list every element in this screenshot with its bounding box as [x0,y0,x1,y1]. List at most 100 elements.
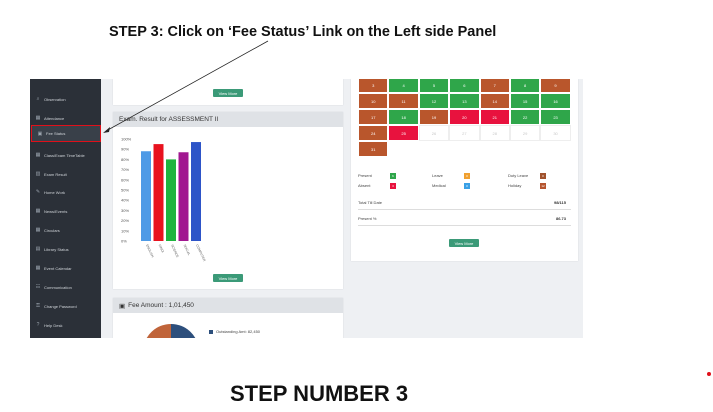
sidebar-item-class-exam-timetable[interactable]: ▦ Class/Exam TimeTable [30,148,101,162]
attendance-legend-row-2: Absent 3 Medical 0 Holiday 12 [358,182,568,191]
sidebar-item-help-desk[interactable]: ? Help Desk [30,318,101,332]
legend-item: Absent 3 [358,182,428,189]
calendar-day: 5 [418,79,450,93]
lock-icon: ⚿ [36,303,40,309]
sidebar-item-exam-result[interactable]: ▥ Exam Result [30,167,101,181]
calendar-day: 3 [358,79,389,93]
search-icon: ⌕ [36,96,40,102]
calendar-day: 13 [449,93,480,109]
calendar-icon: ▦ [35,115,41,121]
sidebar-item-label: Event Calendar [44,265,72,271]
y-tick-label: 0% [121,239,127,244]
app-screenshot: ⌕ Observation ▦ Attendance ▣ Fee Status ▦ Class… [30,79,583,338]
present-percent-label: Present % [358,216,377,221]
legend-count-badge: 12 [540,182,546,189]
calendar-day: 18 [388,109,419,125]
bar-science [166,159,176,241]
sidebar-item-circulars[interactable]: ▦ Circulars [30,223,101,237]
calendar-day: 14 [479,93,510,109]
attendance-panel: 3 4 5 6 7 8 9 10 11 12 13 14 15 16 17 18 19 20 21 22 23 24 25 2… [351,79,578,261]
total-label: Total Till Date [358,200,383,205]
legend-label: Holiday [508,183,522,188]
sidebar-item-label: Home Work [44,189,66,195]
y-tick-label: 60% [121,177,129,182]
fee-amount-label: Fee Amount : 1,01,450 [128,302,194,309]
top-left-panel: View More [113,79,343,105]
edit-icon: ✎ [35,189,41,195]
bar-hindi [153,144,164,241]
sidebar-item-fee-status[interactable]: ▣ Fee Status [31,125,101,142]
calendar-icon: ▦ [35,152,41,158]
legend-label: Medical [432,183,446,188]
exam-result-chart: 100% 90% 80% 70% 60% 50% 40% 30% 20% 10% 0% ENGLISH… [121,137,207,263]
sidebar-item-label: Library Status [44,246,69,252]
calendar-day: 6 [449,79,480,93]
money-icon: ▣ [37,130,43,137]
attendance-view-more-button[interactable]: View More [449,239,479,247]
calendar-day: 10 [358,93,389,109]
legend-label: Present [358,173,372,178]
main-content: View More Exam. Result for ASSESSMENT II… [101,79,583,338]
calendar-day: 11 [388,93,419,109]
sidebar-item-label: Exam Result [44,171,67,177]
calendar-icon: ▦ [35,265,41,271]
fee-pie-chart [146,323,196,338]
legend-item: Holiday 12 [508,182,578,189]
legend-count-badge: 0 [464,172,470,179]
attendance-legend-row-1: Present 6 Leave 0 Duty Leave 0 [358,172,568,181]
legend-count-badge: 3 [390,182,396,189]
legend-swatch [209,329,213,334]
y-tick-label: 70% [121,167,129,172]
step-number-title: STEP NUMBER 3 [230,381,409,406]
sidebar-item-communication[interactable]: ☷ Communication [30,280,101,294]
top-view-more-button[interactable]: View More [213,89,243,97]
sidebar-item-change-password[interactable]: ⚿ Change Password [30,299,101,313]
calendar-day: 25 [388,125,419,141]
sidebar-item-news-events[interactable]: ▦ News/Events [30,204,101,218]
calendar-day: 30 [540,125,571,141]
bar-computer [191,142,201,241]
calendar-icon: ▦ [35,208,41,214]
calendar-day: 17 [358,109,389,125]
exam-result-title: Exam. Result for ASSESSMENT II [113,112,343,127]
fee-amount-title: ▣ Fee Amount : 1,01,450 [113,298,343,313]
calendar-day: 9 [540,79,571,93]
calendar-day: 26 [418,125,450,141]
legend-label: Duty Leave [508,173,529,178]
exam-view-more-button[interactable]: View More [213,274,243,282]
fee-amount-panel: ▣ Fee Amount : 1,01,450 Outstanding Amt:… [113,298,343,338]
legend-item: Leave 0 [432,172,502,179]
x-tick-label: ENGLISH [145,244,155,259]
legend-item: Medical 0 [432,182,502,189]
calendar-day: 23 [540,109,571,125]
calendar-day: 19 [418,109,450,125]
legend-count-badge: 6 [390,172,396,179]
sidebar-item-label: Circulars [44,227,60,233]
legend-label: Absent [358,183,371,188]
sidebar-item-home-work[interactable]: ✎ Home Work [30,185,101,199]
sidebar-item-label: Attendance [44,115,65,121]
bar-social [178,152,189,241]
calendar-day: 20 [449,109,480,125]
y-tick-label: 30% [121,208,129,213]
calendar-day: 31 [358,141,389,157]
legend-item: Duty Leave 0 [508,172,578,179]
y-tick-label: 10% [121,228,129,233]
sidebar-item-library-status[interactable]: ▤ Library Status [30,242,101,256]
present-percent-row: Present % 86.73 [358,216,571,226]
sidebar-item-attendance[interactable]: ▦ Attendance [30,111,101,125]
calendar-day: 8 [509,79,541,93]
sidebar-item-label: News/Events [44,208,68,214]
y-tick-label: 20% [121,218,129,223]
sidebar-item-observation[interactable]: ⌕ Observation [30,92,101,106]
legend-label: Leave [432,173,443,178]
y-tick-label: 50% [121,188,129,193]
calendar-day: 24 [358,125,389,141]
bar-chart-icon: ▥ [35,171,41,177]
calendar-day: 4 [388,79,419,93]
instruction-text: STEP 3: Click on ‘Fee Status’ Link on th… [109,24,497,40]
sidebar-item-event-calendar[interactable]: ▦ Event Calendar [30,261,101,275]
legend-item: Present 6 [358,172,428,179]
red-dot-marker [707,372,711,376]
y-tick-label: 40% [121,198,129,203]
